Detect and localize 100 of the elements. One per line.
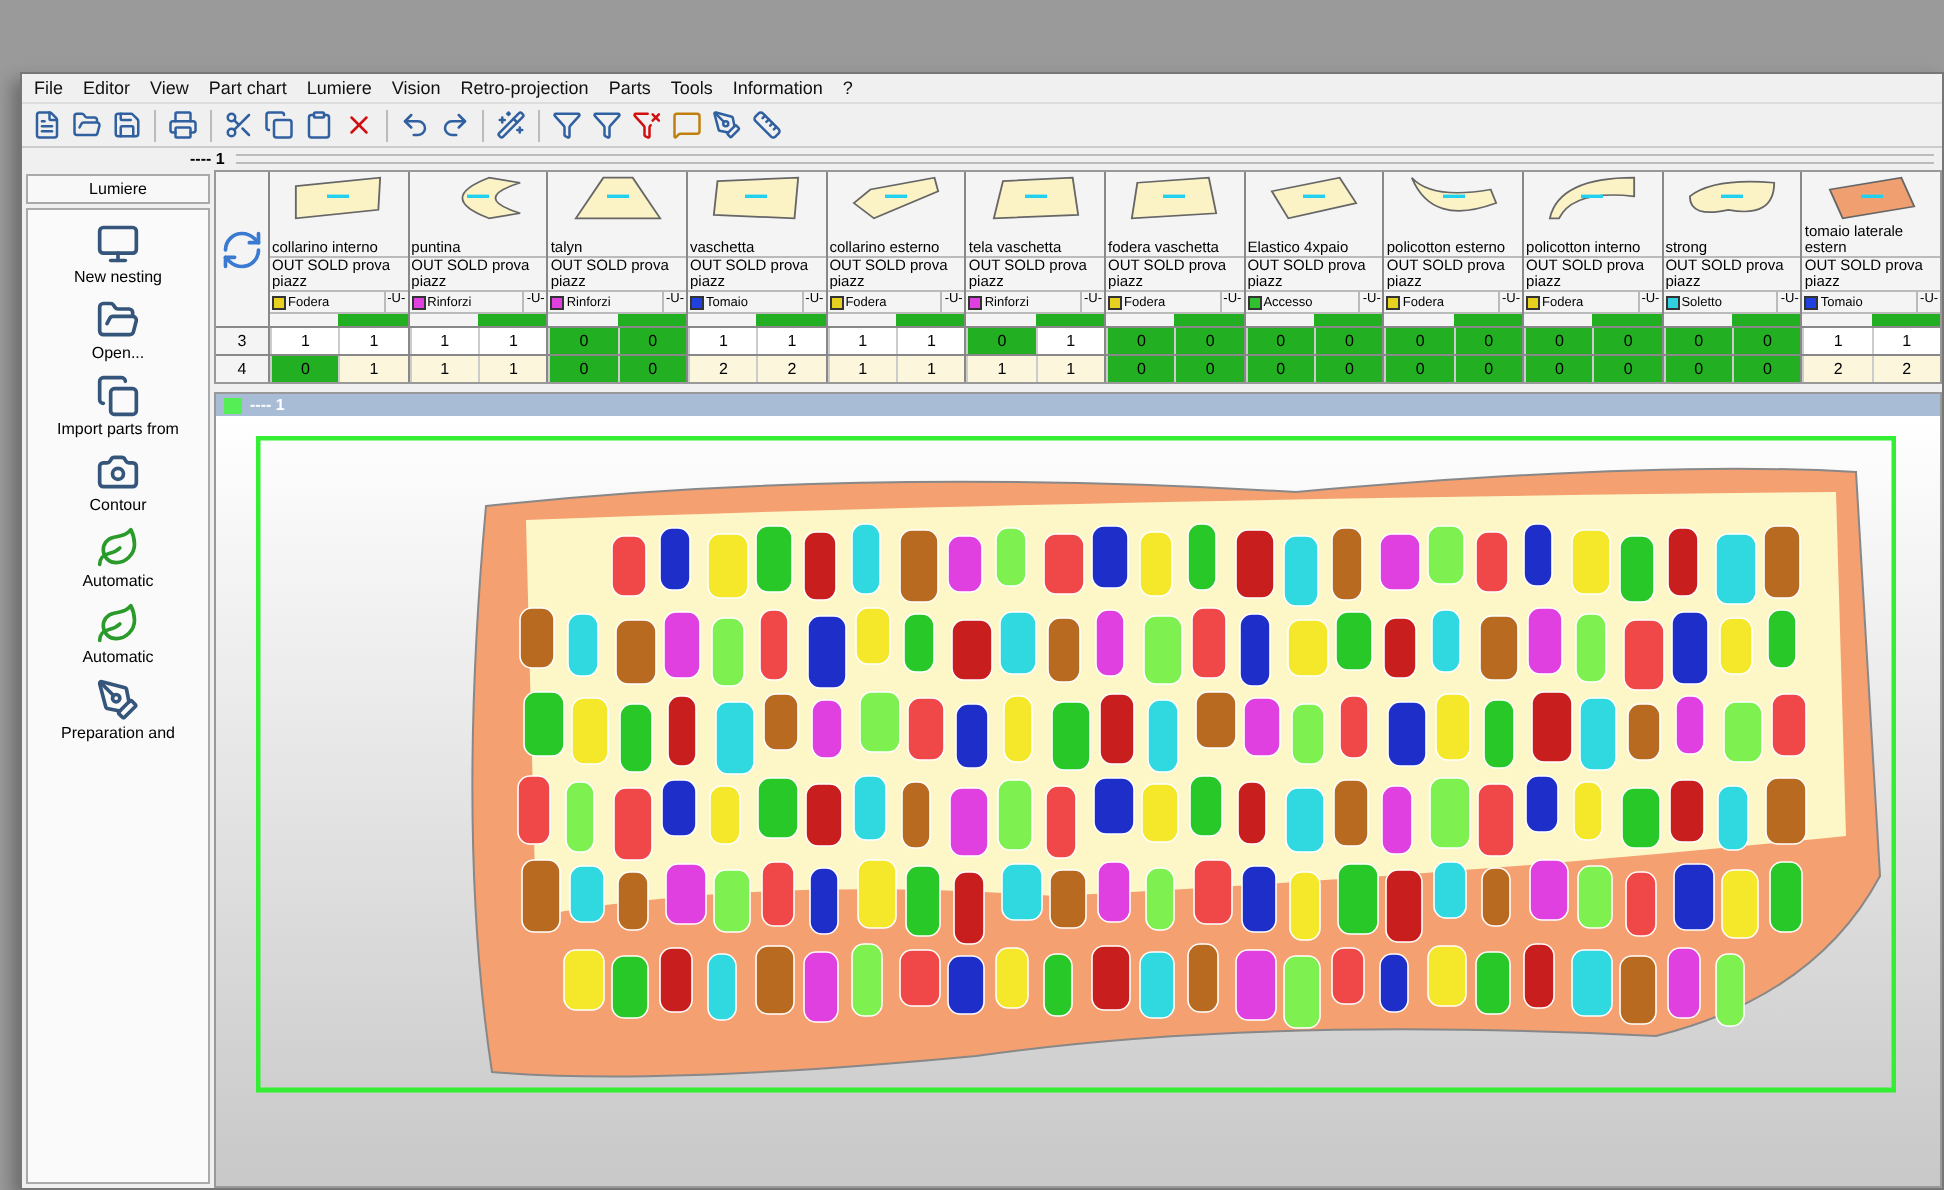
quantity-cell: 1 xyxy=(896,356,965,382)
status-bar xyxy=(1314,314,1383,326)
quantity-cell: 1 xyxy=(756,328,826,354)
sidebar-item[interactable]: Import parts from xyxy=(57,374,179,438)
menu-item[interactable]: File xyxy=(34,78,64,98)
status-bar xyxy=(1453,314,1523,326)
part-thumbnail-drawing xyxy=(712,176,801,220)
quantity-cell: 0 xyxy=(1453,356,1523,382)
status-bar xyxy=(896,314,965,326)
menu-item[interactable]: Lumiere xyxy=(306,78,372,98)
menu-item[interactable]: Editor xyxy=(83,78,131,98)
quantity-cell: 1 xyxy=(1035,328,1105,354)
quantity-cell: 0 xyxy=(617,356,687,382)
status-bar xyxy=(478,314,547,326)
clipboard-icon[interactable] xyxy=(302,108,336,142)
copy-icon[interactable] xyxy=(262,108,296,142)
sidebar-item[interactable]: Automatic xyxy=(82,602,154,666)
quantity-cell: 1 xyxy=(966,356,1036,382)
undo-icon[interactable] xyxy=(398,108,432,142)
quantity-cell: 1 xyxy=(409,328,479,354)
quantity-cell: 1 xyxy=(896,328,965,354)
leaf-icon xyxy=(95,526,140,570)
quantity-cell: 0 xyxy=(1245,356,1315,382)
redo-icon[interactable] xyxy=(438,108,472,142)
funnel-icon[interactable] xyxy=(550,108,584,142)
menu-item[interactable]: Part chart xyxy=(208,78,287,98)
quantity-cell: 1 xyxy=(478,356,547,382)
wand-icon[interactable] xyxy=(494,108,528,142)
refresh-icon[interactable] xyxy=(220,227,264,271)
quantity-cell: 1 xyxy=(827,328,897,354)
pen-icon[interactable] xyxy=(710,108,744,142)
quantity-cell: 0 xyxy=(1732,328,1801,354)
quantity-cell: 0 xyxy=(1384,328,1454,354)
status-bar xyxy=(1035,314,1105,326)
folder-icon xyxy=(96,298,140,342)
quantity-cell: 1 xyxy=(338,328,408,354)
canvas-title: ---- 1 xyxy=(250,396,285,414)
quantity-cell: 0 xyxy=(1314,328,1383,354)
quantity-cell: 2 xyxy=(756,356,826,382)
folder-icon[interactable] xyxy=(70,108,104,142)
tab-label[interactable]: ---- 1 xyxy=(190,150,225,168)
sidebar-item[interactable]: Automatic xyxy=(82,526,154,590)
status-bar xyxy=(1174,314,1244,326)
printer-icon[interactable] xyxy=(166,108,200,142)
camera-icon xyxy=(96,450,140,494)
quantity-cell: 0 xyxy=(1174,356,1244,382)
save-icon[interactable] xyxy=(110,108,144,142)
quantity-cell: 0 xyxy=(1663,356,1733,382)
part-thumbnail-drawing xyxy=(1130,176,1219,220)
quantity-cell: 0 xyxy=(1106,356,1175,382)
funnel-icon[interactable] xyxy=(590,108,624,142)
sidebar-item[interactable]: Contour xyxy=(89,450,147,514)
quantity-cell: 0 xyxy=(1245,328,1315,354)
quantity-cell: 1 xyxy=(1035,356,1105,382)
funnel-cross-icon[interactable] xyxy=(630,108,664,142)
sidebar-item[interactable]: Preparation and xyxy=(61,678,175,742)
quantity-cell: 0 xyxy=(1453,328,1523,354)
status-bar xyxy=(1871,314,1941,326)
speech-bubble-icon[interactable] xyxy=(670,108,704,142)
pen-icon xyxy=(96,678,140,722)
quantity-cell: 0 xyxy=(548,356,618,382)
quantity-cell: 0 xyxy=(1314,356,1383,382)
menu-item[interactable]: Information xyxy=(732,78,823,98)
panel-title: Lumiere xyxy=(26,174,210,204)
quantity-cell: 0 xyxy=(1524,356,1593,382)
quantity-cell: 2 xyxy=(1871,356,1941,382)
menu-item[interactable]: Retro-projection xyxy=(460,78,589,98)
quantity-cell: 0 xyxy=(1732,356,1801,382)
part-thumbnail-drawing xyxy=(1548,176,1637,220)
menu-item[interactable]: Tools xyxy=(670,78,713,98)
quantity-cell: 1 xyxy=(688,328,757,354)
quantity-cell: 0 xyxy=(1524,328,1593,354)
status-bar xyxy=(1592,314,1662,326)
quantity-cell: 1 xyxy=(478,328,547,354)
menu-item[interactable]: Vision xyxy=(391,78,441,98)
quantity-cell: 0 xyxy=(1663,328,1733,354)
sidebar-item[interactable]: New nesting xyxy=(73,222,163,286)
menu-item[interactable]: Parts xyxy=(608,78,651,98)
quantity-cell: 1 xyxy=(1802,328,1872,354)
quantity-cell: 2 xyxy=(1802,356,1872,382)
status-bar xyxy=(756,314,826,326)
quantity-cell: 0 xyxy=(1592,328,1662,354)
menu-item[interactable]: View xyxy=(150,78,189,98)
quantity-cell: 0 xyxy=(1384,356,1454,382)
scissors-icon[interactable] xyxy=(222,108,256,142)
quantity-cell: 0 xyxy=(548,328,618,354)
quantity-cell: 1 xyxy=(409,356,479,382)
part-thumbnail-drawing xyxy=(573,176,662,220)
status-bar xyxy=(617,314,687,326)
quantity-cell: 0 xyxy=(1592,356,1662,382)
part-thumbnail-drawing xyxy=(294,176,383,220)
ruler-icon[interactable] xyxy=(750,108,784,142)
status-square-icon xyxy=(224,397,242,413)
leaf-icon xyxy=(95,602,140,646)
quantity-cell: 1 xyxy=(827,356,897,382)
row-number: 4 xyxy=(216,354,268,382)
menu-item[interactable]: ? xyxy=(842,78,853,98)
sidebar-item[interactable]: Open... xyxy=(91,298,145,362)
new-file-icon[interactable] xyxy=(30,108,64,142)
quantity-cell: 1 xyxy=(338,356,408,382)
